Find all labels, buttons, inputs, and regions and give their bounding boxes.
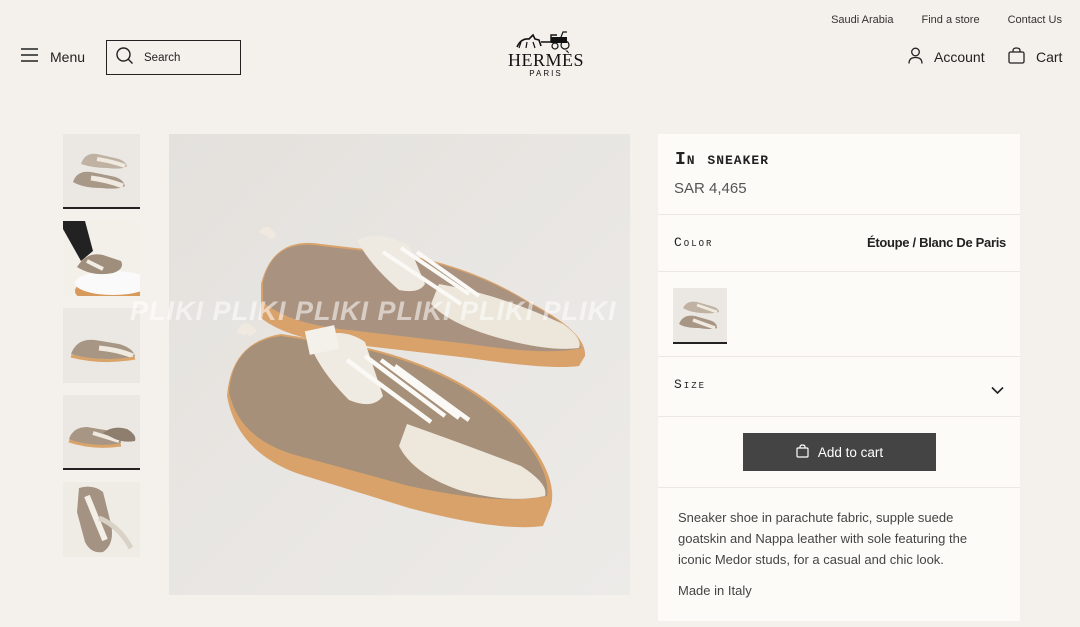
color-swatch[interactable]	[673, 288, 727, 344]
product-description: Sneaker shoe in parachute fabric, supple…	[678, 510, 968, 567]
find-store-link[interactable]: Find a store	[921, 14, 979, 26]
product-panel: In sneaker SAR 4,465 Color Étoupe / Blan…	[658, 134, 1020, 621]
size-selector[interactable]	[658, 357, 1020, 415]
user-icon	[908, 47, 923, 67]
divider	[658, 416, 1020, 417]
menu-button[interactable]: Menu	[21, 48, 85, 65]
carriage-logo-icon	[516, 31, 570, 50]
color-value: Étoupe / Blanc De Paris	[866, 235, 1006, 250]
chevron-down-icon[interactable]	[991, 382, 1004, 400]
logo-city: PARIS	[529, 69, 563, 78]
thumbnail-2[interactable]	[63, 221, 140, 296]
hermes-logo[interactable]: HERMÈS PARIS	[500, 30, 592, 82]
thumbnail-3[interactable]	[63, 308, 140, 383]
thumbnail-5[interactable]	[63, 482, 140, 557]
search-placeholder: Search	[144, 51, 181, 64]
account-label: Account	[934, 49, 985, 65]
product-title: In sneaker	[675, 150, 770, 170]
thumbnail-1[interactable]	[63, 134, 140, 209]
hamburger-icon	[21, 48, 38, 65]
account-button[interactable]: Account	[908, 47, 985, 67]
cart-label: Cart	[1036, 49, 1063, 65]
search-icon	[116, 47, 134, 68]
logo-brand: HERMÈS	[507, 50, 584, 70]
add-to-cart-label: Add to cart	[817, 444, 884, 460]
cart-button[interactable]: Cart	[1008, 47, 1062, 67]
add-to-cart-button[interactable]: Add to cart	[743, 433, 936, 471]
divider	[658, 271, 1020, 272]
product-price: SAR 4,465	[674, 180, 747, 197]
size-label: Size	[674, 377, 707, 392]
thumbnail-4[interactable]	[63, 395, 140, 470]
divider	[658, 214, 1020, 215]
color-label: Color	[674, 235, 714, 250]
search-input[interactable]: Search	[106, 40, 241, 75]
utility-nav: Saudi Arabia Find a store Contact Us	[831, 14, 1062, 26]
bag-icon	[796, 443, 809, 461]
bag-icon	[1008, 47, 1025, 67]
thumbnail-gallery	[63, 134, 140, 569]
divider	[658, 487, 1020, 488]
contact-link[interactable]: Contact Us	[1008, 14, 1062, 26]
menu-label: Menu	[50, 48, 86, 65]
made-in-text: Made in Italy	[678, 583, 752, 598]
country-link[interactable]: Saudi Arabia	[831, 14, 893, 26]
product-main-image[interactable]	[169, 134, 630, 595]
